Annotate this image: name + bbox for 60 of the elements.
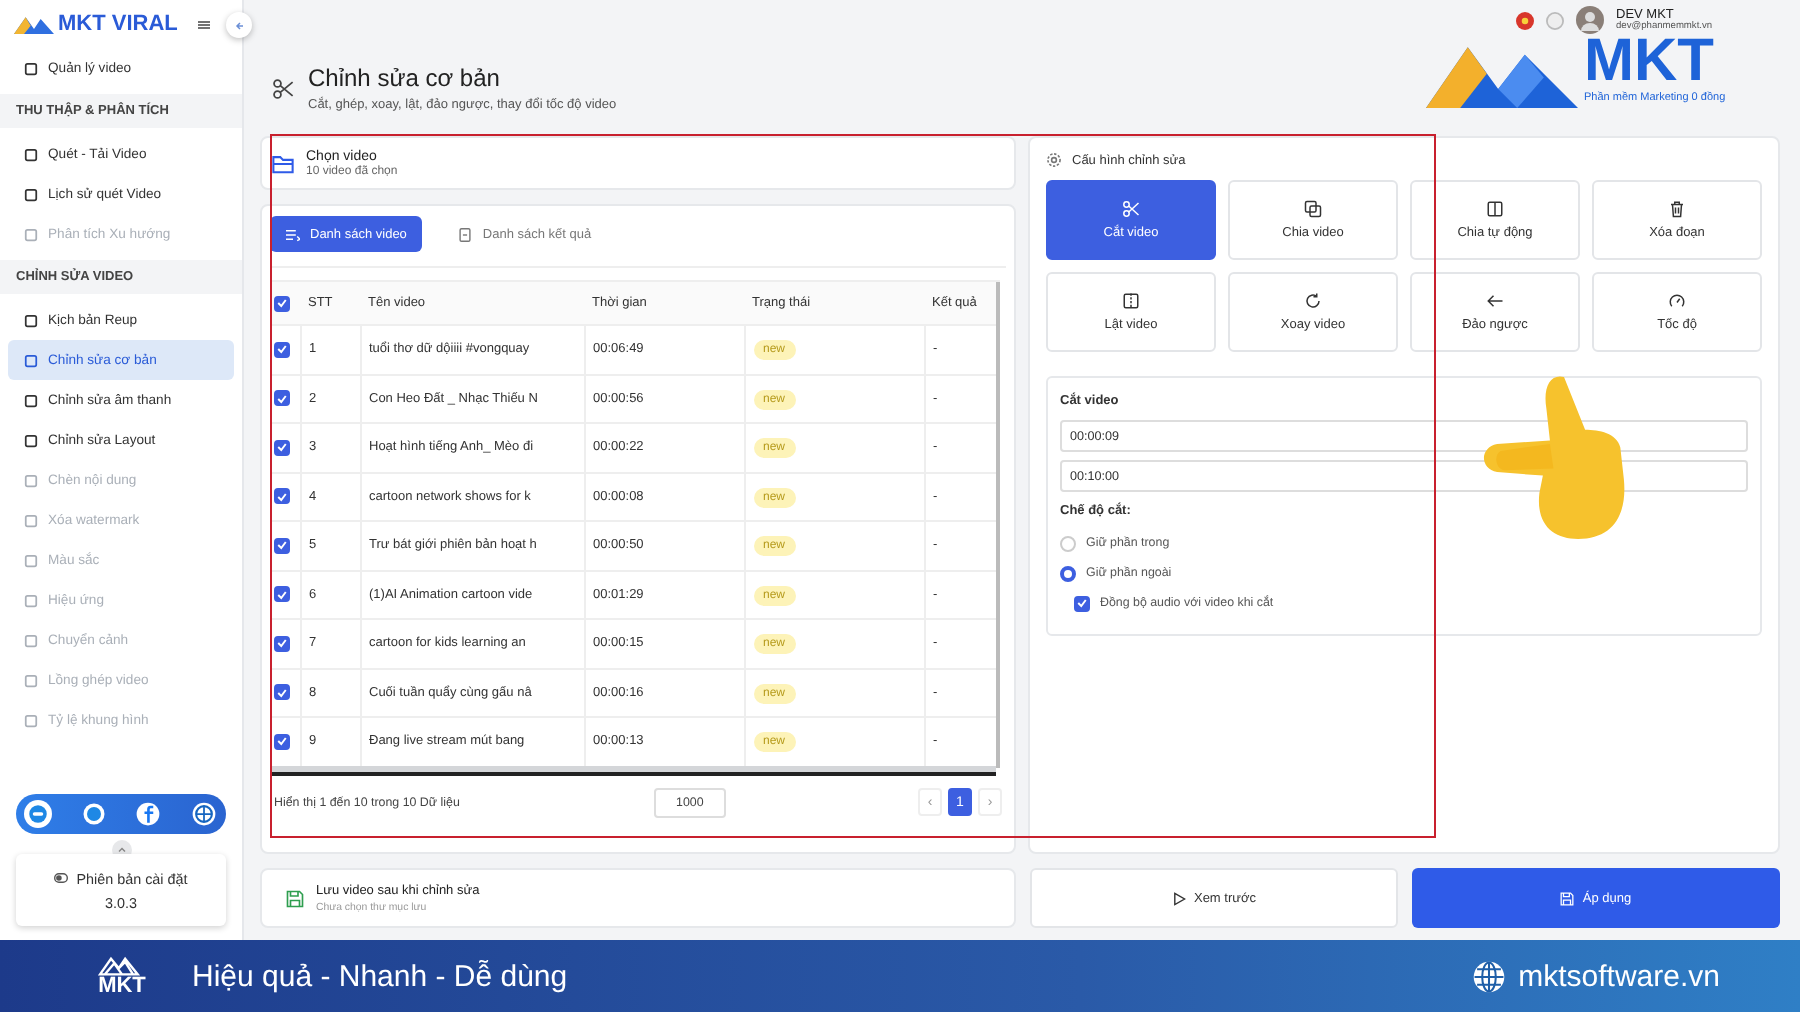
copy-icon (1304, 200, 1322, 218)
menu-icon[interactable] (197, 19, 210, 29)
square-icon (24, 553, 38, 567)
square-icon (24, 513, 38, 527)
globe-icon (1472, 959, 1507, 993)
square-icon (24, 633, 38, 647)
checkbox[interactable] (274, 295, 290, 311)
square-icon (24, 473, 38, 487)
square-icon (24, 433, 38, 447)
checkbox[interactable] (274, 684, 290, 701)
square-icon (24, 393, 38, 407)
website-link[interactable]: mktsoftware.vn (1518, 959, 1720, 993)
gear-icon (1046, 152, 1062, 168)
checkbox[interactable] (274, 635, 290, 652)
globe-icon[interactable] (189, 800, 218, 828)
square-icon (24, 147, 38, 161)
checkbox[interactable] (274, 586, 290, 603)
radio-button[interactable] (1060, 565, 1076, 581)
checkbox[interactable] (274, 390, 290, 407)
scissors-icon (272, 77, 294, 99)
folder-icon (272, 153, 294, 173)
list-icon (286, 227, 300, 241)
arrow-left-icon (1486, 292, 1504, 310)
square-icon (24, 593, 38, 607)
checkbox[interactable] (274, 537, 290, 554)
square-icon (24, 187, 38, 201)
trash-icon (1668, 200, 1686, 218)
checkbox[interactable] (274, 341, 290, 358)
square-icon (24, 227, 38, 241)
checkbox[interactable] (274, 488, 290, 505)
flip-icon (1122, 292, 1140, 310)
checkbox[interactable] (1074, 595, 1090, 611)
checkbox[interactable] (274, 439, 290, 456)
toggle-icon (54, 872, 69, 884)
brand-logo-text: MKT (98, 976, 146, 998)
chevron-up-icon (115, 844, 127, 856)
square-icon (24, 61, 38, 75)
gauge-icon (1668, 292, 1686, 310)
rotate-icon (1304, 292, 1322, 310)
checkbox[interactable] (274, 733, 290, 750)
social-icon[interactable] (134, 800, 163, 828)
document-icon (458, 227, 473, 241)
square-icon (24, 313, 38, 327)
mountain-logo-icon (98, 954, 146, 976)
square-icon (24, 673, 38, 687)
avatar[interactable] (1576, 6, 1604, 34)
scrollbar[interactable] (270, 765, 996, 775)
app-logo-text: MKT VIRAL (58, 12, 178, 36)
play-icon (1171, 891, 1186, 905)
square-icon (24, 353, 38, 367)
square-icon (24, 713, 38, 727)
scissors-icon (1122, 200, 1140, 218)
brand-logo-text: MKT (1584, 32, 1714, 92)
arrow-left-icon (233, 19, 245, 31)
page-title: Chỉnh sửa cơ bản (308, 64, 502, 92)
slogan: Hiệu quả - Nhanh - Dễ dùng (192, 959, 568, 993)
scrollbar[interactable] (996, 282, 1000, 767)
columns-icon (1486, 200, 1504, 218)
mountain-logo-icon (14, 14, 54, 34)
flag-icon[interactable] (1516, 11, 1534, 29)
